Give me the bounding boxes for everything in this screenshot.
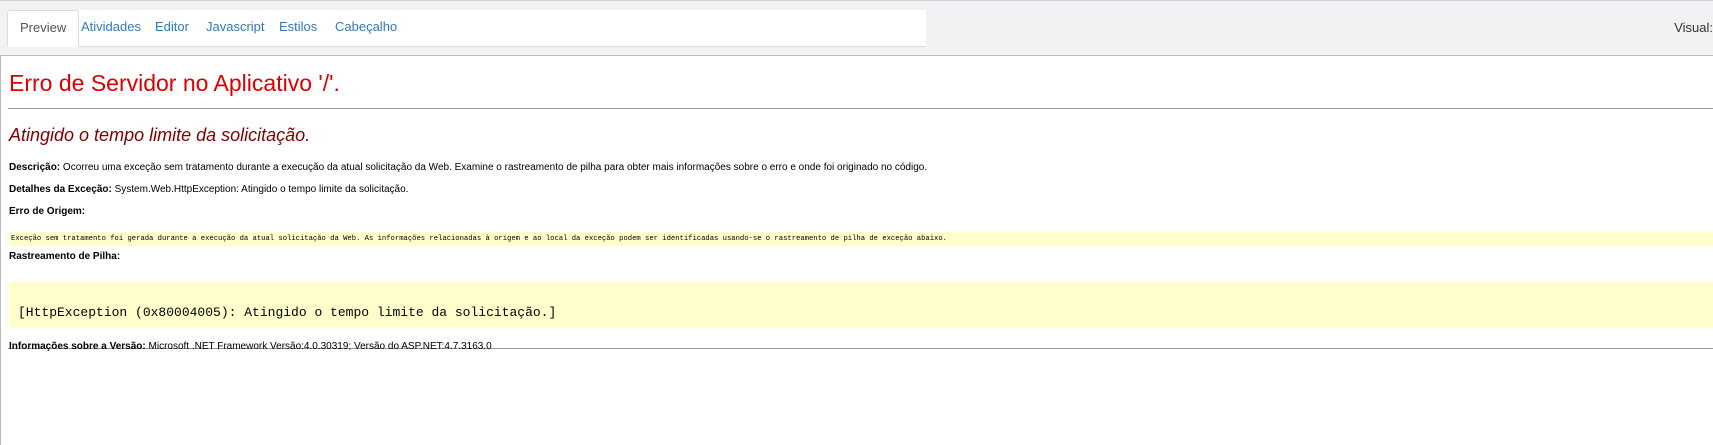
tab-strip: Preview Atividades Editor Javascript Est… — [7, 10, 926, 47]
tab-editor[interactable]: Editor — [155, 10, 189, 46]
description-text: Ocorreu uma exceção sem tratamento duran… — [62, 162, 928, 173]
stack-trace-text: [HttpException (0x80004005): Atingido o … — [18, 305, 557, 320]
tab-estilos[interactable]: Estilos — [279, 10, 317, 46]
visual-label: Visual: — [1674, 20, 1713, 35]
details-text: System.Web.HttpException: Atingido o tem… — [114, 184, 409, 195]
stack-heading: Rastreamento de Pilha: — [9, 251, 120, 262]
version-text: Microsoft .NET Framework Versão:4.0.3031… — [148, 341, 492, 352]
tab-atividades[interactable]: Atividades — [81, 10, 141, 46]
source-error-box: Exceção sem tratamento foi gerada durant… — [9, 232, 1713, 246]
details-line: Detalhes da Exceção: System.Web.HttpExce… — [9, 184, 408, 195]
tab-javascript[interactable]: Javascript — [206, 10, 265, 46]
preview-pane: Erro de Servidor no Aplicativo '/'. Atin… — [0, 55, 1713, 445]
stack-trace-box: [HttpException (0x80004005): Atingido o … — [9, 282, 1713, 328]
tab-preview[interactable]: Preview — [7, 10, 80, 47]
description-line: Descrição: Ocorreu uma exceção sem trata… — [9, 162, 927, 173]
page-title: Erro de Servidor no Aplicativo '/'. — [9, 70, 340, 96]
error-subtitle: Atingido o tempo limite da solicitação. — [9, 125, 311, 145]
description-label: Descrição: — [9, 162, 61, 173]
source-label: Erro de Origem: — [9, 206, 86, 217]
tab-cabecalho[interactable]: Cabeçalho — [335, 10, 397, 46]
stack-label: Rastreamento de Pilha: — [9, 251, 121, 262]
source-heading: Erro de Origem: — [9, 206, 85, 217]
details-label: Detalhes da Exceção: — [9, 184, 112, 195]
divider — [8, 108, 1713, 109]
version-line: Informações sobre a Versão: Microsoft .N… — [9, 341, 492, 352]
version-label: Informações sobre a Versão: — [9, 341, 146, 352]
tab-bar: Preview Atividades Editor Javascript Est… — [0, 0, 1713, 55]
